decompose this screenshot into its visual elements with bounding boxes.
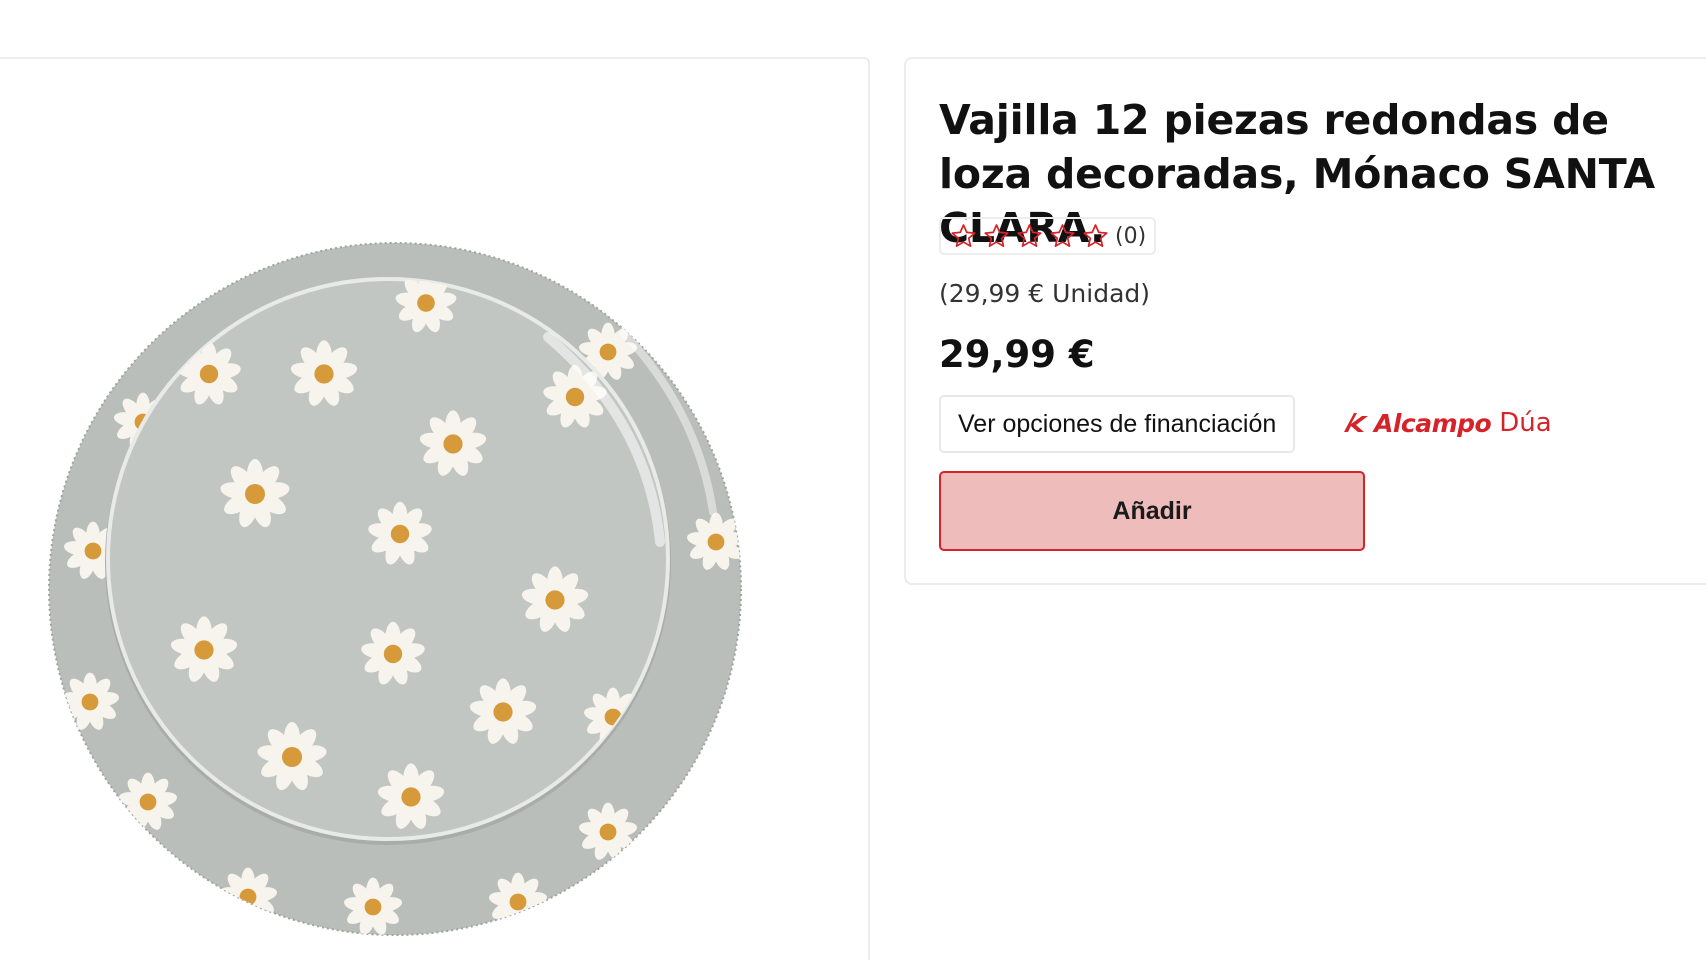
- product-info-panel: Vajilla 12 piezas redondas de loza decor…: [904, 57, 1706, 585]
- star-empty-icon: [1083, 223, 1108, 247]
- star-empty-icon: [1017, 223, 1042, 247]
- alcampo-bird-icon: [1344, 413, 1368, 432]
- brand-suffix: Dúa: [1499, 408, 1552, 438]
- add-to-cart-button[interactable]: Añadir: [939, 471, 1365, 551]
- star-empty-icon: [1050, 223, 1075, 247]
- star-empty-icon: [984, 223, 1009, 247]
- star-empty-icon: [951, 223, 976, 247]
- product-price: 29,99 €: [939, 333, 1095, 376]
- product-image-panel: [0, 57, 870, 960]
- product-image[interactable]: [48, 242, 742, 936]
- rating-widget[interactable]: (0): [939, 217, 1157, 255]
- brand-name: Alcampo: [1374, 408, 1492, 438]
- rating-count: (0): [1115, 223, 1147, 249]
- unit-price: (29,99 € Unidad): [939, 279, 1151, 308]
- financing-options-button[interactable]: Ver opciones de financiación: [939, 395, 1296, 453]
- alcampo-dua-logo: Alcampo Dúa: [1342, 408, 1552, 438]
- product-page: Vajilla 12 piezas redondas de loza decor…: [0, 0, 1706, 960]
